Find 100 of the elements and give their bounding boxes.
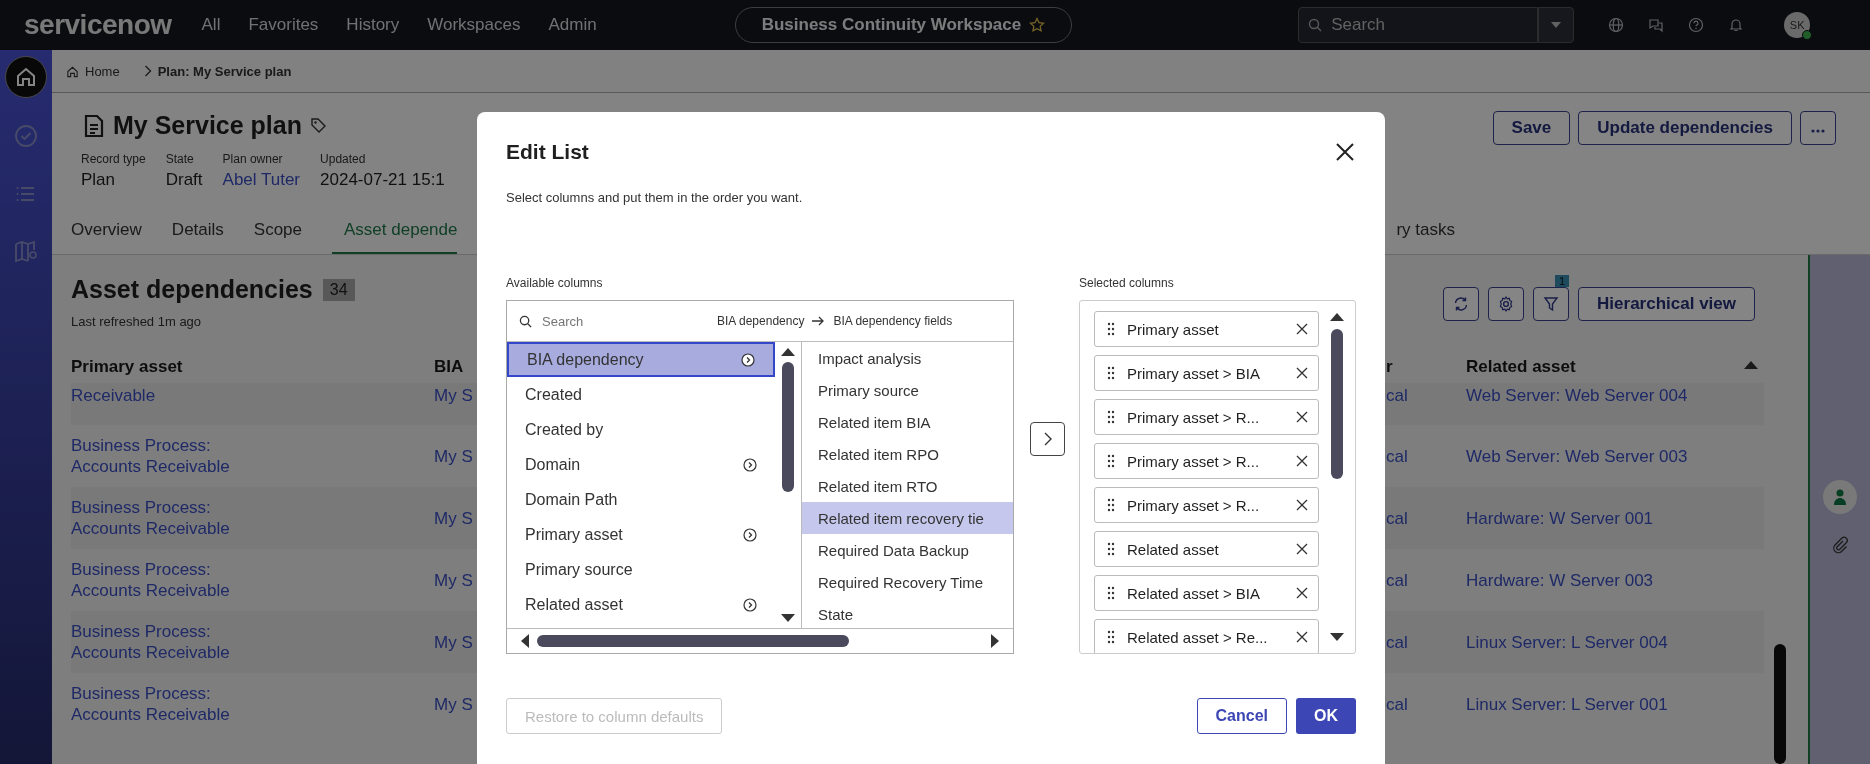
column-option[interactable]: Primary source <box>507 552 775 587</box>
column-option[interactable]: Primary asset <box>507 517 775 552</box>
table-link[interactable]: cal <box>1386 569 1408 591</box>
selected-column-chip[interactable]: Primary asset > BIA <box>1094 355 1319 391</box>
table-link[interactable]: Business Process: Accounts Receivable <box>71 683 281 725</box>
selected-column-chip[interactable]: Primary asset <box>1094 311 1319 347</box>
table-link[interactable]: My S <box>434 385 473 406</box>
paperclip-icon[interactable] <box>1831 536 1849 554</box>
breadcrumb-link[interactable]: Home <box>85 63 120 79</box>
table-link[interactable]: cal <box>1386 507 1408 529</box>
action-button[interactable]: Update dependencies <box>1578 111 1792 145</box>
table-link[interactable]: My S <box>434 569 473 591</box>
logo[interactable]: servicenow <box>24 9 172 41</box>
chat-icon[interactable] <box>1648 17 1665 33</box>
view-button[interactable]: Hierarchical view <box>1578 287 1755 321</box>
table-link[interactable]: Business Process: Accounts Receivable <box>71 621 281 663</box>
scrollbar-thumb[interactable] <box>1331 329 1343 479</box>
scrollbar-thumb[interactable] <box>782 362 794 492</box>
table-link[interactable]: cal <box>1386 693 1408 715</box>
drag-handle-icon[interactable] <box>1107 498 1115 512</box>
scroll-right-icon[interactable] <box>991 634 999 648</box>
tab[interactable]: Overview <box>71 212 142 254</box>
add-column-button[interactable] <box>1030 422 1065 456</box>
field-option[interactable]: Required Recovery Time <box>802 566 1013 598</box>
scroll-left-icon[interactable] <box>521 634 529 648</box>
help-icon[interactable] <box>1688 17 1705 33</box>
drag-handle-icon[interactable] <box>1107 366 1115 380</box>
remove-icon[interactable] <box>1296 499 1308 511</box>
sort-arrow-icon[interactable] <box>1744 361 1758 369</box>
path-segment[interactable]: BIA dependency fields <box>833 314 953 328</box>
column-option[interactable]: Created by <box>507 412 775 447</box>
star-icon[interactable] <box>1029 17 1046 33</box>
drag-handle-icon[interactable] <box>1107 586 1115 600</box>
chevron-circle-icon[interactable] <box>743 457 757 472</box>
field-option[interactable]: Related item BIA <box>802 406 1013 438</box>
table-link[interactable]: Hardware: W Server 003 <box>1466 569 1654 591</box>
table-link[interactable]: Linux Server: L Server 001 <box>1466 693 1668 715</box>
selected-column-chip[interactable]: Primary asset > R... <box>1094 443 1319 479</box>
column-option[interactable]: Created <box>507 377 775 412</box>
more-button[interactable] <box>1800 111 1836 145</box>
nav-link[interactable]: History <box>346 15 400 35</box>
table-link[interactable]: Business Process: Accounts Receivable <box>71 435 281 477</box>
scroll-up-icon[interactable] <box>781 348 795 356</box>
user-avatar[interactable]: SK <box>1784 12 1811 38</box>
table-link[interactable]: My S <box>434 693 473 715</box>
bell-icon[interactable] <box>1728 17 1745 33</box>
field-option[interactable]: Related item recovery tie <box>802 502 1013 534</box>
search-field[interactable]: Search <box>1298 7 1539 43</box>
table-link[interactable]: My S <box>434 445 473 467</box>
column-header[interactable]: r <box>1386 357 1466 377</box>
field-option[interactable]: State <box>802 598 1013 628</box>
selected-column-chip[interactable]: Related asset > BIA <box>1094 575 1319 611</box>
table-link[interactable]: My S <box>434 507 473 529</box>
remove-icon[interactable] <box>1296 455 1308 467</box>
drag-handle-icon[interactable] <box>1107 454 1115 468</box>
table-link[interactable]: cal <box>1386 445 1408 467</box>
scroll-up-icon[interactable] <box>1330 313 1344 321</box>
column-option[interactable]: Related asset <box>507 587 775 622</box>
selected-column-chip[interactable]: Primary asset > R... <box>1094 487 1319 523</box>
drag-handle-icon[interactable] <box>1107 630 1115 644</box>
selected-column-chip[interactable]: Related asset > Re... <box>1094 619 1319 653</box>
remove-icon[interactable] <box>1296 543 1308 555</box>
tab[interactable]: Scope <box>253 212 303 254</box>
column-option[interactable]: Domain <box>507 447 775 482</box>
nav-link[interactable]: Workspaces <box>427 15 521 35</box>
chevron-circle-icon[interactable] <box>743 527 757 542</box>
chevron-circle-icon[interactable] <box>741 352 755 367</box>
field-link[interactable]: Abel Tuter <box>222 170 301 190</box>
settings-button[interactable] <box>1488 287 1525 321</box>
scrollbar[interactable] <box>1774 644 1786 764</box>
selected-column-chip[interactable]: Related asset <box>1094 531 1319 567</box>
ok-button[interactable]: OK <box>1296 698 1356 734</box>
drag-handle-icon[interactable] <box>1107 542 1115 556</box>
globe-icon[interactable] <box>1608 17 1625 33</box>
field-option[interactable]: Primary source <box>802 374 1013 406</box>
field-option[interactable]: Required Data Backup <box>802 534 1013 566</box>
scroll-down-icon[interactable] <box>781 614 795 622</box>
table-link[interactable]: Linux Server: L Server 004 <box>1466 631 1668 653</box>
refresh-button[interactable] <box>1443 287 1480 321</box>
remove-icon[interactable] <box>1296 587 1308 599</box>
table-link[interactable]: Hardware: W Server 001 <box>1466 507 1654 529</box>
remove-icon[interactable] <box>1296 411 1308 423</box>
home-button[interactable] <box>5 56 47 98</box>
table-link[interactable]: Web Server: Web Server 003 <box>1466 445 1688 467</box>
drag-handle-icon[interactable] <box>1107 322 1115 336</box>
column-option[interactable]: Domain Path <box>507 482 775 517</box>
chevron-circle-icon[interactable] <box>743 597 757 612</box>
nav-link[interactable]: Admin <box>548 15 597 35</box>
path-segment[interactable]: BIA dependency <box>717 314 805 328</box>
nav-link[interactable]: All <box>201 15 221 35</box>
table-link[interactable]: Receivable <box>71 385 156 406</box>
column-option[interactable]: BIA dependency <box>507 342 775 377</box>
home-icon[interactable] <box>66 64 79 78</box>
drag-handle-icon[interactable] <box>1107 410 1115 424</box>
scrollbar-thumb[interactable] <box>537 635 850 647</box>
table-link[interactable]: My S <box>434 631 473 653</box>
scroll-down-icon[interactable] <box>1330 633 1344 641</box>
selected-column-chip[interactable]: Primary asset > R... <box>1094 399 1319 435</box>
tab[interactable]: Details <box>171 212 224 254</box>
tab[interactable]: ry tasks <box>1396 212 1455 254</box>
